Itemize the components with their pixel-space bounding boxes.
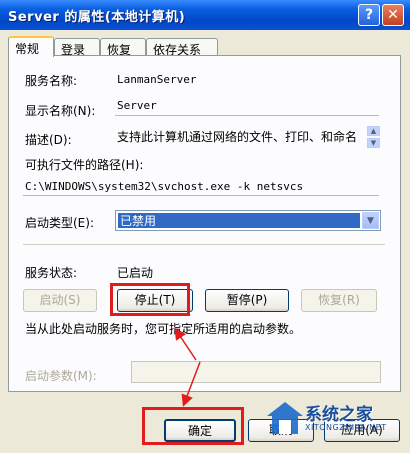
- arrow-to-ok: [181, 361, 201, 407]
- tab-general[interactable]: 常规: [8, 36, 54, 57]
- annotation-arrows: [174, 327, 201, 407]
- arrow-to-stop: [174, 327, 197, 361]
- watermark-url: XITONGZHIJIA.NET: [305, 423, 387, 432]
- watermark: 系统之家 XITONGZHIJIA.NET: [265, 398, 410, 438]
- house-logo-icon: [267, 402, 303, 434]
- watermark-brand: 系统之家: [305, 405, 373, 425]
